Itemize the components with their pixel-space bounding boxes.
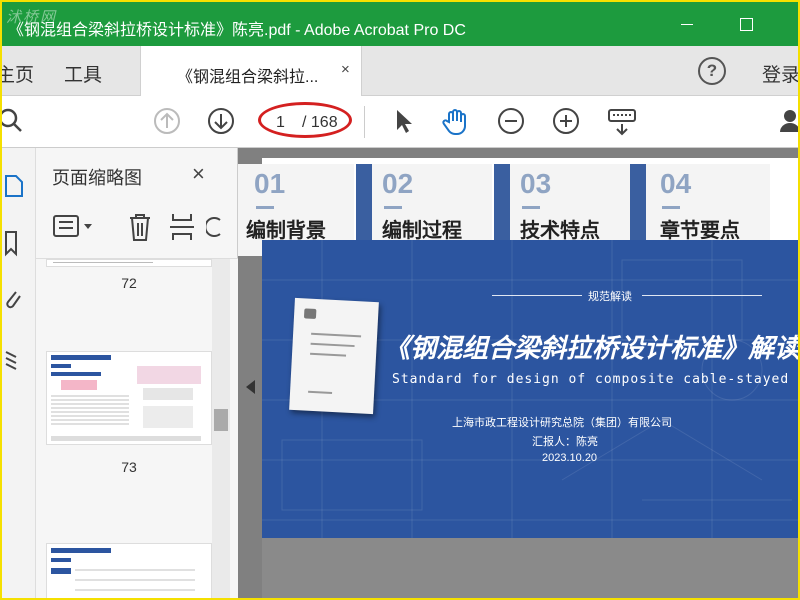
- thumbnail-content: [51, 355, 201, 441]
- page-number-label: 72: [121, 275, 137, 291]
- standard-cover-image: [289, 297, 379, 415]
- scrollbar-thumb[interactable]: [214, 409, 228, 431]
- close-tab-icon[interactable]: ×: [341, 61, 350, 78]
- attachment-icon[interactable]: [4, 286, 24, 319]
- tag-divider: [492, 295, 582, 296]
- thumbnail-page-72[interactable]: [46, 259, 212, 267]
- acrobat-window: 沭桥网 《钢混组合梁斜拉桥设计标准》陈亮.pdf - Adobe Acrobat…: [2, 2, 798, 598]
- institute-name: 上海市政工程设计研究总院（集团）有限公司: [452, 417, 672, 429]
- hand-tool-icon[interactable]: [440, 106, 472, 143]
- close-panel-icon[interactable]: ×: [192, 161, 205, 187]
- select-cursor-icon[interactable]: [388, 106, 418, 141]
- section-label: 编制过程: [382, 220, 462, 242]
- panel-title: 页面缩略图: [52, 168, 142, 188]
- document-view: 01 编制背景 02 编制过程 03 技术特点 04 章节要点 规范解读 《钢混…: [238, 148, 798, 598]
- previous-page-arrow-icon[interactable]: [246, 380, 255, 394]
- search-icon[interactable]: [2, 106, 26, 141]
- tag-label: 规范解读: [588, 291, 632, 303]
- zoom-out-icon[interactable]: [496, 106, 526, 141]
- section-number: 04: [660, 168, 692, 199]
- tab-bar: 主页 工具 《钢混组合梁斜拉... × ? 登录: [2, 46, 798, 96]
- cover-text-line: [310, 352, 347, 357]
- rotate-icon[interactable]: [204, 212, 222, 247]
- tab-home[interactable]: 主页: [2, 60, 34, 87]
- keyboard-icon[interactable]: [606, 106, 638, 143]
- tag-divider: [642, 295, 762, 296]
- split-page-icon[interactable]: [168, 212, 196, 247]
- section-label: 技术特点: [520, 220, 600, 242]
- title-banner: 规范解读 《钢混组合梁斜拉桥设计标准》解读 Standard for desig…: [262, 240, 798, 538]
- highlight-annotation: [258, 102, 352, 138]
- cover-logo: [303, 308, 317, 320]
- slide-title: 《钢混组合梁斜拉桥设计标准》解读: [384, 333, 798, 363]
- section-label: 编制背景: [246, 220, 326, 242]
- reporter-name: 汇报人：陈亮: [532, 436, 598, 448]
- navigation-pane-strip: [2, 148, 36, 598]
- window-title: 《钢混组合梁斜拉桥设计标准》陈亮.pdf - Adobe Acrobat Pro…: [8, 22, 466, 39]
- section-label: 章节要点: [660, 220, 740, 242]
- next-page-icon[interactable]: [206, 106, 236, 141]
- title-bar: 沭桥网 《钢混组合梁斜拉桥设计标准》陈亮.pdf - Adobe Acrobat…: [2, 2, 798, 46]
- section-number: 02: [382, 168, 414, 199]
- help-icon[interactable]: ?: [698, 57, 726, 85]
- toolbar-divider: [364, 106, 365, 138]
- tab-tools[interactable]: 工具: [64, 60, 102, 87]
- tag-row: 规范解读: [492, 288, 762, 303]
- section-number: 01: [254, 168, 286, 199]
- cover-text-line: [310, 342, 355, 348]
- thumbnail-list: 72 73: [36, 258, 238, 598]
- thumbnail-page-73[interactable]: [46, 351, 212, 445]
- pdf-page: 01 编制背景 02 编制过程 03 技术特点 04 章节要点 规范解读 《钢混…: [238, 158, 798, 598]
- maximize-button[interactable]: [733, 10, 761, 38]
- tab-document[interactable]: 《钢混组合梁斜拉... ×: [140, 46, 362, 96]
- thumbnail-text-line: [53, 262, 153, 263]
- thumbnail-panel: 页面缩略图 × 72 73: [36, 148, 238, 598]
- toolbar: 1 / 168: [2, 96, 798, 148]
- options-menu-icon[interactable]: [52, 212, 98, 247]
- thumbnail-content: [51, 548, 195, 591]
- section-number: 03: [520, 168, 552, 199]
- section-underline: [384, 206, 402, 209]
- cover-text-line: [308, 390, 333, 394]
- slide-title-english: Standard for design of composite cable-s…: [392, 372, 798, 387]
- bookmark-icon[interactable]: [4, 230, 24, 263]
- page-number-label: 73: [121, 459, 137, 475]
- section-underline: [256, 206, 274, 209]
- thumbnail-page-74[interactable]: [46, 543, 212, 598]
- page-lower-area: [262, 538, 798, 598]
- delete-page-icon[interactable]: [126, 212, 154, 247]
- document-tab-label: 《钢混组合梁斜拉...: [177, 69, 319, 86]
- previous-page-icon[interactable]: [152, 106, 182, 141]
- layers-icon[interactable]: [4, 344, 24, 377]
- page-thumbnails-icon[interactable]: [4, 170, 24, 203]
- zoom-in-icon[interactable]: [551, 106, 581, 141]
- presentation-date: 2023.10.20: [542, 452, 598, 464]
- section-underline: [662, 206, 680, 209]
- login-link[interactable]: 登录: [762, 60, 798, 87]
- user-icon[interactable]: [780, 106, 798, 141]
- section-underline: [522, 206, 540, 209]
- minimize-button[interactable]: [674, 10, 702, 38]
- cover-text-line: [311, 332, 362, 338]
